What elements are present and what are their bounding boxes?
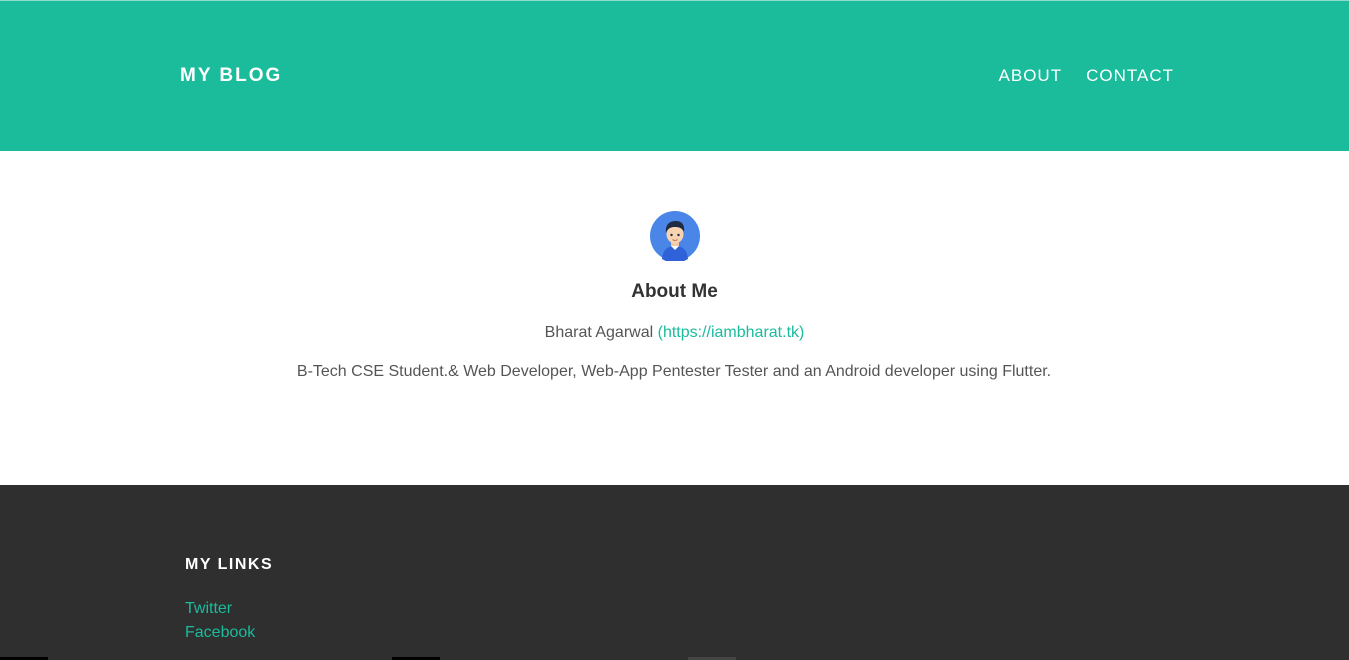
nav-links: ABOUT CONTACT: [999, 65, 1174, 87]
about-section: About Me Bharat Agarwal (https://iambhar…: [0, 151, 1349, 485]
footer-links: Twitter Facebook: [185, 597, 255, 645]
footer-link-twitter[interactable]: Twitter: [185, 597, 255, 621]
brand-link[interactable]: MY BLOG: [180, 65, 282, 87]
navbar: MY BLOG ABOUT CONTACT: [0, 0, 1349, 151]
footer-link-facebook[interactable]: Facebook: [185, 621, 255, 645]
footer-heading: MY LINKS: [185, 556, 274, 573]
nav-link-contact[interactable]: CONTACT: [1086, 65, 1174, 87]
about-title: About Me: [631, 281, 718, 302]
author-bio: B-Tech CSE Student.& Web Developer, Web-…: [296, 363, 1052, 380]
nav-link-about[interactable]: ABOUT: [999, 65, 1063, 87]
author-website-link[interactable]: (https://iambharat.tk): [658, 324, 805, 341]
author-name: Bharat Agarwal: [544, 324, 654, 341]
author-line: Bharat Agarwal (https://iambharat.tk): [0, 322, 1349, 344]
footer: MY LINKS Twitter Facebook: [0, 485, 1349, 660]
user-avatar-icon: [650, 211, 700, 261]
